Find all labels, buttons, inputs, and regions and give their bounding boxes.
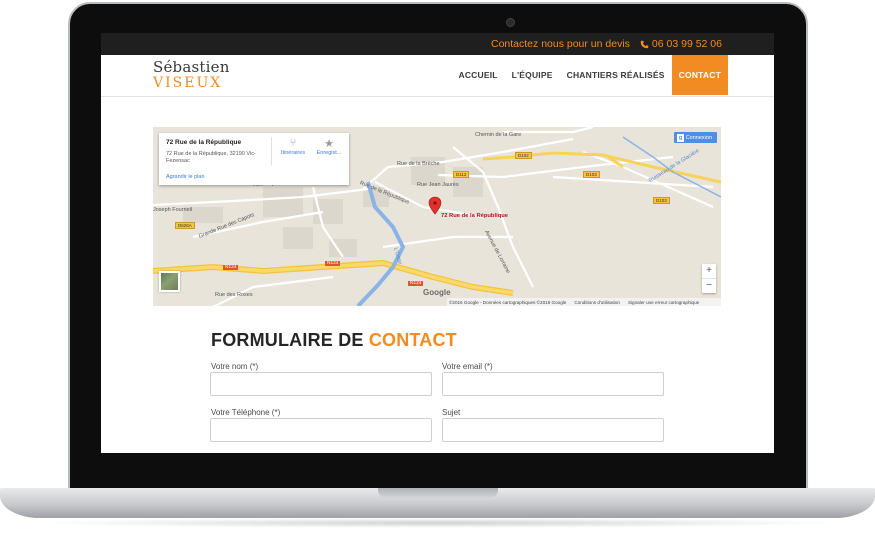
- directions-button[interactable]: ⑂ Itinéraires: [275, 137, 311, 156]
- nav-item-equipe[interactable]: L'ÉQUIPE: [505, 55, 560, 95]
- name-label: Votre nom (*): [211, 362, 259, 371]
- logo-surname: VISEUX: [153, 75, 223, 91]
- road-badge-n124a: N124: [223, 265, 239, 270]
- google-connect-button[interactable]: g Connexion: [674, 132, 717, 143]
- satellite-toggle[interactable]: [159, 271, 180, 292]
- zoom-in-button[interactable]: +: [702, 264, 716, 278]
- phone-link[interactable]: 06 03 99 52 06: [640, 38, 722, 50]
- laptop-shadow: [30, 518, 845, 528]
- terms-link[interactable]: Conditions d'utilisation: [574, 300, 620, 305]
- nav-item-accueil[interactable]: ACCUEIL: [451, 55, 504, 95]
- nav-item-contact[interactable]: CONTACT: [671, 55, 728, 95]
- logo[interactable]: Sébastien VISEUX: [153, 58, 230, 91]
- top-bar: Contactez nous pour un devis 06 03 99 52…: [101, 33, 774, 55]
- map-label-fourneil: Joseph Fourneil: [153, 207, 193, 213]
- map-label-breche: Rue de la Brèche: [397, 161, 440, 167]
- nav-item-chantiers[interactable]: CHANTIERS RÉALISÉS: [560, 55, 672, 95]
- phone-number: 06 03 99 52 06: [651, 38, 722, 50]
- navbar: Sébastien VISEUX ACCUEIL L'ÉQUIPE CHANTI…: [101, 55, 774, 97]
- map-pin-label[interactable]: 72 Rue de la République: [441, 213, 508, 219]
- zoom-control: + −: [702, 264, 716, 293]
- map-attribution: ©2016 Google - Données cartographiques ©…: [447, 298, 721, 306]
- logo-name: Sébastien: [153, 58, 230, 76]
- save-label: Enregist...: [316, 150, 342, 156]
- email-field[interactable]: [442, 372, 664, 396]
- attribution-data: ©2016 Google - Données cartographiques ©…: [449, 299, 567, 305]
- map-card-title: 72 Rue de la République: [166, 139, 242, 146]
- screen: Contactez nous pour un devis 06 03 99 52…: [101, 33, 774, 453]
- road-badge-d103a: D103: [583, 171, 600, 178]
- quote-link[interactable]: Contactez nous pour un devis: [491, 38, 630, 50]
- road-badge-d112: D112: [453, 171, 470, 178]
- email-label: Votre email (*): [442, 362, 493, 371]
- google-map[interactable]: Chemin de la Gare Rue de la Brèche Rue J…: [153, 127, 721, 306]
- name-field[interactable]: [210, 372, 432, 396]
- subject-field[interactable]: [442, 418, 664, 442]
- phone-label: Votre Téléphone (*): [211, 408, 281, 417]
- camera-icon: [506, 18, 515, 27]
- road-badge-n124b: N124: [325, 261, 341, 266]
- form-title-main: FORMULAIRE DE: [211, 330, 364, 350]
- subject-label: Sujet: [442, 408, 461, 417]
- phone-field[interactable]: [210, 418, 432, 442]
- card-divider: [271, 137, 272, 165]
- report-error-link[interactable]: Signaler une erreur cartographique: [628, 300, 699, 305]
- map-label-roses: Rue des Roses: [215, 292, 253, 298]
- google-g-icon: g: [677, 133, 684, 142]
- road-badge-d626: D626A: [175, 222, 195, 229]
- map-info-card: 72 Rue de la République 72 Rue de la Rép…: [159, 133, 349, 185]
- laptop-notch: [378, 488, 498, 498]
- road-badge-d103b: D103: [653, 197, 670, 204]
- form-title: FORMULAIRE DE CONTACT: [211, 330, 457, 351]
- save-place-button[interactable]: ★ Enregist...: [311, 137, 347, 156]
- road-badge-d102: D102: [515, 152, 532, 159]
- form-title-accent: CONTACT: [368, 330, 457, 350]
- directions-icon: ⑂: [289, 137, 297, 149]
- map-label-jaures: Rue Jean Jaurès: [417, 182, 459, 188]
- enlarge-map-link[interactable]: Agrandir le plan: [166, 174, 205, 180]
- phone-icon: [640, 40, 649, 48]
- map-card-address: 72 Rue de la République, 32190 Vic-Fezen…: [166, 151, 256, 164]
- road-badge-n124c: N124: [408, 281, 424, 286]
- zoom-out-button[interactable]: −: [702, 279, 716, 293]
- directions-label: Itinéraires: [280, 150, 306, 156]
- connect-label: Connexion: [685, 134, 712, 141]
- main-nav: ACCUEIL L'ÉQUIPE CHANTIERS RÉALISÉS CONT…: [451, 55, 728, 95]
- star-icon: ★: [324, 138, 334, 150]
- google-logo: Google: [423, 288, 451, 297]
- map-label-chemin: Chemin de la Gare: [475, 132, 522, 138]
